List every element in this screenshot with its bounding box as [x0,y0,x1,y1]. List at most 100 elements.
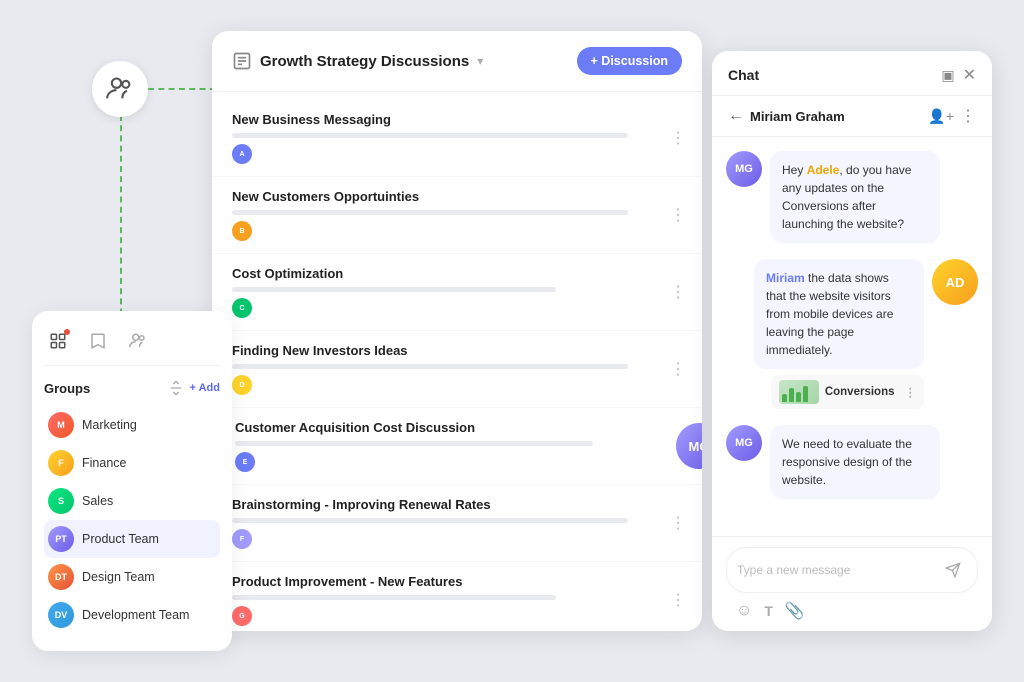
more-icon-2[interactable]: ⋮ [670,205,686,225]
chat-actions: 👤+ ⋮ [928,106,976,126]
sales-avatar: S [48,488,74,514]
discussion-title-6: Brainstorming - Improving Renewal Rates [232,497,682,512]
mention-miriam: Miriam [766,271,805,285]
meta-6: F [232,529,682,549]
finance-label: Finance [82,456,126,470]
design-avatar: DT [48,564,74,590]
meta-2: B [232,221,682,241]
discussion-item-4[interactable]: Finding New Investors Ideas D ⋮ [212,331,702,408]
sidebar-item-finance[interactable]: F Finance [44,444,220,482]
bar-1a [232,133,628,138]
new-discussion-button[interactable]: + Discussion [577,47,682,75]
layout-icon[interactable]: ▣ [941,67,954,84]
text-format-icon[interactable]: T [764,603,773,619]
chat-user-info: ← Miriam Graham [728,107,845,125]
discussion-avatar-2: B [232,221,252,241]
discussion-list: New Business Messaging A ⋮ New Customers… [212,92,702,631]
discussion-title-5: Customer Acquisition Cost Discussion [235,420,642,435]
sidebar-item-product[interactable]: PT Product Team [44,520,220,558]
groups-controls: + Add [168,380,220,396]
more-icon-3[interactable]: ⋮ [670,282,686,302]
discussion-title-4: Finding New Investors Ideas [232,343,682,358]
chat-sub-header: ← Miriam Graham 👤+ ⋮ [712,96,992,137]
chat-title: Chat [728,67,759,83]
sort-icon[interactable] [168,380,184,396]
panel-title-area: Growth Strategy Discussions ▾ [232,51,483,71]
meta-1: A [232,144,682,164]
discussion-item-3[interactable]: Cost Optimization C ⋮ [212,254,702,331]
chat-panel: Chat ▣ ✕ ← Miriam Graham 👤+ ⋮ MG Hey Ade… [712,51,992,631]
more-icon-1[interactable]: ⋮ [670,128,686,148]
discussion-item-6[interactable]: Brainstorming - Improving Renewal Rates … [212,485,702,562]
send-button[interactable] [939,556,967,584]
layers-tab[interactable] [44,327,72,355]
panel-icon [232,51,252,71]
chevron-down-icon[interactable]: ▾ [477,54,483,68]
bar-6a [232,518,628,523]
bookmark-tab[interactable] [84,327,112,355]
message-avatar-3: MG [726,425,762,461]
chat-footer: Type a new message ☺ T 📎 [712,536,992,631]
more-icon-4[interactable]: ⋮ [670,359,686,379]
person-icon [92,61,148,117]
more-icon-6[interactable]: ⋮ [670,513,686,533]
discussion-avatar-6: F [232,529,252,549]
meta-5: E [235,452,642,472]
product-label: Product Team [82,532,159,546]
highlighted-user-avatar: MG [676,423,702,469]
bar-4a [232,364,628,369]
meta-7: G [232,606,682,626]
groups-header: Groups + Add [44,380,220,396]
discussion-item-7[interactable]: Product Improvement - New Features G ⋮ [212,562,702,631]
bar-3a [232,287,556,292]
bar-b [789,388,794,402]
discussion-title-1: New Business Messaging [232,112,682,127]
discussion-avatar-3: C [232,298,252,318]
discussion-title-7: Product Improvement - New Features [232,574,682,589]
message-avatar-2: AD [932,259,978,305]
product-avatar: PT [48,526,74,552]
more-options-icon[interactable]: ⋮ [960,106,976,126]
message-avatar-1: MG [726,151,762,187]
message-bubble-3: We need to evaluate the responsive desig… [770,425,940,499]
discussion-item-1[interactable]: New Business Messaging A ⋮ [212,100,702,177]
tag-more-icon[interactable]: ⋮ [905,385,917,399]
sidebar: Groups + Add M Marketing F Finance S Sal… [32,311,232,651]
attachment-icon[interactable]: 📎 [785,601,805,621]
meta-3: C [232,298,682,318]
discussion-title-2: New Customers Opportuinties [232,189,682,204]
sales-label: Sales [82,494,113,508]
sidebar-item-sales[interactable]: S Sales [44,482,220,520]
dev-avatar: DV [48,602,74,628]
design-label: Design Team [82,570,155,584]
finance-avatar: F [48,450,74,476]
conversions-thumbnail [779,380,819,404]
chat-messages: MG Hey Adele, do you have any updates on… [712,137,992,536]
add-user-icon[interactable]: 👤+ [928,108,954,125]
bar-5a [235,441,593,446]
add-group-button[interactable]: + Add [190,382,220,394]
emoji-icon[interactable]: ☺ [736,602,752,620]
back-button[interactable]: ← [728,107,744,125]
sidebar-item-design[interactable]: DT Design Team [44,558,220,596]
discussion-item-5[interactable]: Customer Acquisition Cost Discussion E M… [212,408,702,485]
discussion-item-2[interactable]: New Customers Opportuinties B ⋮ [212,177,702,254]
sidebar-item-marketing[interactable]: M Marketing [44,406,220,444]
conversions-tag[interactable]: Conversions ⋮ [771,375,924,409]
sidebar-tabs [44,327,220,366]
chat-toolbar: ☺ T 📎 [726,593,978,621]
sidebar-item-dev[interactable]: DV Development Team [44,596,220,634]
more-icon-7[interactable]: ⋮ [670,590,686,610]
close-icon[interactable]: ✕ [963,65,976,85]
chat-input-area[interactable]: Type a new message [726,547,978,593]
panel-title: Growth Strategy Discussions [260,53,469,70]
bar-7a [232,595,556,600]
message-bubble-2: Miriam the data shows that the website v… [754,259,924,369]
chat-input[interactable]: Type a new message [737,563,939,577]
dashed-vertical-line [120,115,122,335]
chat-header-icons: ▣ ✕ [941,65,976,85]
users-tab[interactable] [124,327,152,355]
message-row-1: MG Hey Adele, do you have any updates on… [726,151,978,243]
chat-header: Chat ▣ ✕ [712,51,992,96]
bar-a [782,394,787,402]
